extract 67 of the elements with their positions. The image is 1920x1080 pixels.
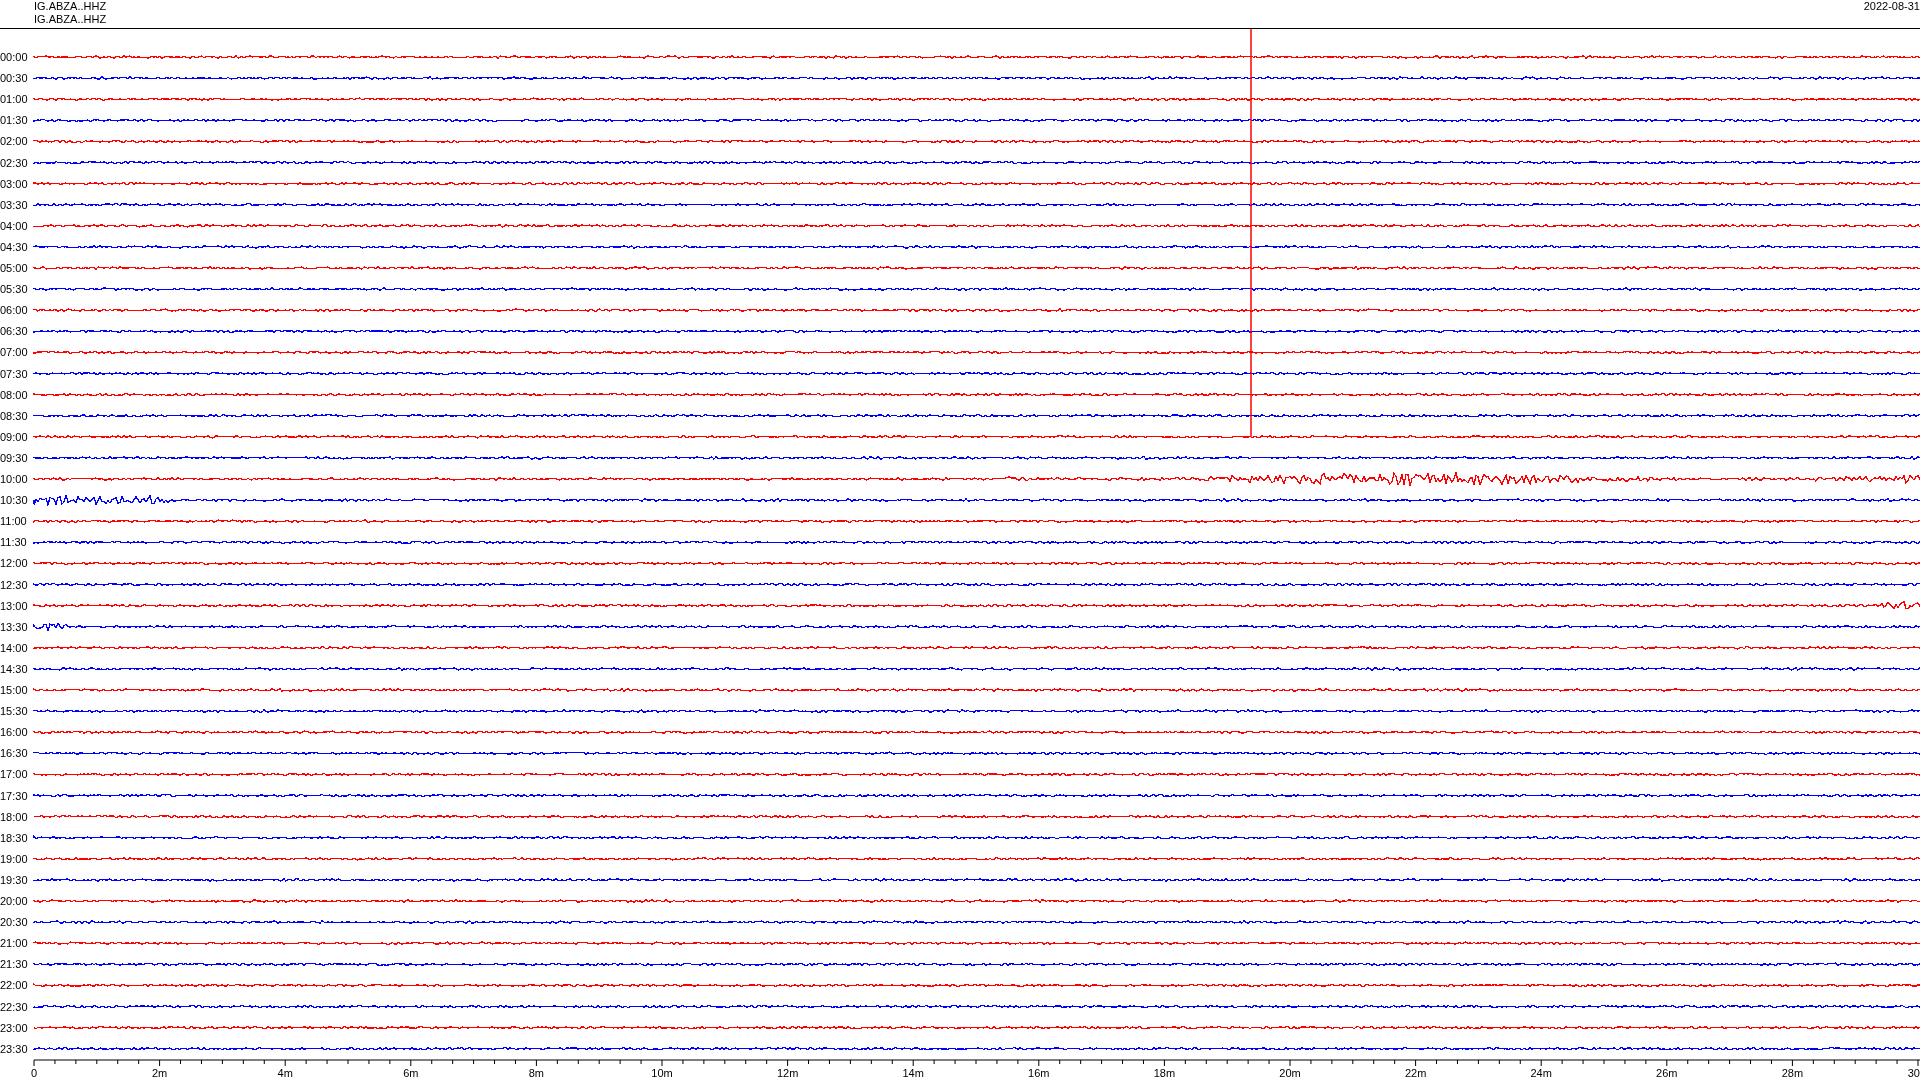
time-label: 20:30: [0, 916, 28, 929]
time-label: 01:00: [0, 93, 28, 106]
station-label: IG.ABZA..HHZ: [34, 0, 107, 13]
time-label: 23:00: [0, 1021, 28, 1034]
time-label: 12:30: [0, 578, 28, 591]
time-label: 03:30: [0, 198, 28, 211]
time-label: 18:30: [0, 831, 28, 844]
time-label: 09:30: [0, 451, 28, 464]
time-label: 11:30: [0, 536, 27, 549]
axis-tick-label: 0: [30, 1067, 38, 1079]
time-label: 22:30: [0, 1000, 28, 1013]
time-label: 16:30: [0, 747, 28, 760]
time-label: 10:30: [0, 494, 28, 507]
time-label: 02:00: [0, 135, 28, 148]
time-label: 23:30: [0, 1042, 28, 1055]
time-label: 08:00: [0, 388, 28, 401]
axis-tick-label: 14m: [902, 1067, 924, 1079]
time-label: 18:00: [0, 810, 28, 823]
time-label: 09:00: [0, 430, 28, 443]
time-label: 02:30: [0, 156, 28, 169]
time-label: 12:00: [0, 557, 28, 570]
time-label: 11:00: [0, 515, 27, 528]
time-label: 21:00: [0, 937, 28, 950]
axis-tick-label: 2m: [151, 1067, 168, 1079]
time-label: 22:00: [0, 979, 28, 992]
axis-tick-label: 18m: [1153, 1067, 1176, 1079]
time-label: 13:00: [0, 599, 28, 612]
time-label: 04:30: [0, 240, 28, 253]
time-label: 13:30: [0, 620, 28, 633]
time-label: 01:30: [0, 114, 28, 127]
time-label: 03:00: [0, 177, 28, 190]
time-label: 15:00: [0, 684, 28, 696]
time-label: 20:00: [0, 895, 28, 907]
time-label: 19:30: [0, 873, 28, 886]
axis-tick-label: 26m: [1656, 1067, 1678, 1079]
time-label: 00:30: [0, 72, 28, 85]
time-label: 15:30: [0, 705, 28, 718]
time-label: 07:30: [0, 367, 28, 380]
time-label: 05:30: [0, 283, 28, 296]
axis-tick-label: 4m: [277, 1067, 293, 1079]
time-label: 08:30: [0, 409, 28, 422]
axis-tick-label: 24m: [1530, 1067, 1552, 1079]
time-label: 04:00: [0, 219, 28, 232]
time-label: 14:30: [0, 662, 28, 675]
time-label: 10:00: [0, 473, 28, 485]
time-label: 06:00: [0, 304, 28, 317]
axis-tick-label: 30: [1907, 1067, 1920, 1079]
time-label: 14:00: [0, 641, 28, 654]
axis-tick-label: 10m: [651, 1067, 673, 1079]
time-label: 05:00: [0, 262, 28, 274]
station-label: IG.ABZA..HHZ: [34, 13, 107, 26]
time-label: 17:30: [0, 789, 28, 802]
date-label: 2022-08-31: [1863, 0, 1920, 13]
axis-tick-label: 8m: [528, 1067, 545, 1079]
axis-tick-label: 22m: [1404, 1067, 1427, 1079]
axis-tick-label: 6m: [403, 1067, 419, 1079]
time-label: 06:30: [0, 325, 28, 338]
time-label: 21:30: [0, 958, 28, 971]
time-label: 00:00: [0, 51, 28, 63]
time-label: 19:00: [0, 852, 28, 865]
time-label: 17:00: [0, 768, 28, 781]
time-label: 07:00: [0, 346, 28, 359]
axis-tick-label: 20m: [1279, 1067, 1301, 1079]
axis-tick-label: 16m: [1028, 1067, 1050, 1079]
axis-tick-label: 12m: [776, 1067, 799, 1079]
axis-tick-label: 28m: [1781, 1067, 1804, 1079]
time-label: 16:00: [0, 726, 28, 739]
